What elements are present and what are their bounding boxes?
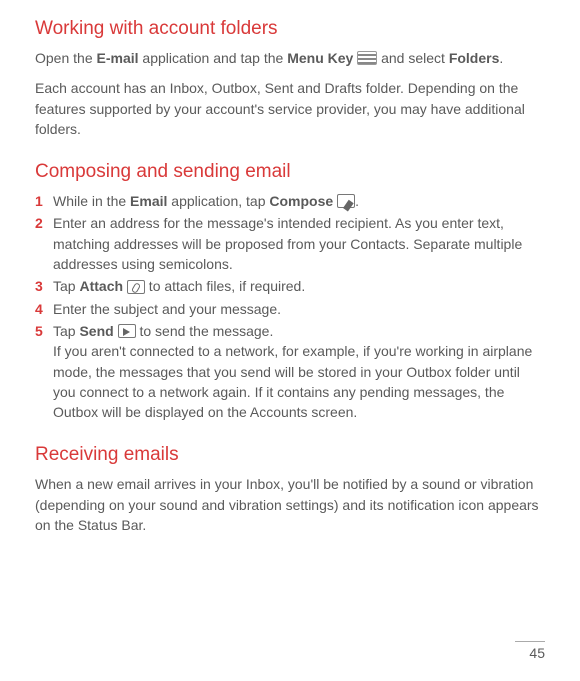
text: application, tap <box>167 193 269 209</box>
list-item: While in the Email application, tap Comp… <box>35 191 545 211</box>
text: to send the message. <box>136 323 274 339</box>
bold-text: Email <box>130 193 167 209</box>
paragraph: Open the E-mail application and tap the … <box>35 48 545 68</box>
text: to attach files, if required. <box>145 278 305 294</box>
heading-composing-sending: Composing and sending email <box>35 161 545 183</box>
list-item: Tap Attach to attach files, if required. <box>35 276 545 296</box>
text: and select <box>377 50 449 66</box>
text: Tap <box>53 278 79 294</box>
paragraph: When a new email arrives in your Inbox, … <box>35 474 545 535</box>
compose-icon <box>337 194 355 208</box>
bold-text: Menu Key <box>287 50 353 66</box>
list-item: Tap Send to send the message. If you are… <box>35 321 545 422</box>
heading-receiving-emails: Receiving emails <box>35 444 545 466</box>
list-item: Enter an address for the message's inten… <box>35 213 545 274</box>
bold-text: Folders <box>449 50 500 66</box>
attach-icon <box>127 280 145 294</box>
heading-working-with-folders: Working with account folders <box>35 18 545 40</box>
menu-key-icon <box>357 51 377 65</box>
ordered-list: While in the Email application, tap Comp… <box>35 191 545 422</box>
bold-text: Attach <box>79 278 123 294</box>
send-icon <box>118 324 136 338</box>
text: While in the <box>53 193 130 209</box>
page-number: 45 <box>515 641 545 661</box>
text: If you aren't connected to a network, fo… <box>53 343 532 420</box>
bold-text: E-mail <box>97 50 139 66</box>
list-item: Enter the subject and your message. <box>35 299 545 319</box>
bold-text: Compose <box>269 193 333 209</box>
text: Open the <box>35 50 97 66</box>
bold-text: Send <box>79 323 113 339</box>
paragraph: Each account has an Inbox, Outbox, Sent … <box>35 78 545 139</box>
text: . <box>355 193 359 209</box>
text: . <box>499 50 503 66</box>
text: application and tap the <box>139 50 288 66</box>
text: Tap <box>53 323 79 339</box>
